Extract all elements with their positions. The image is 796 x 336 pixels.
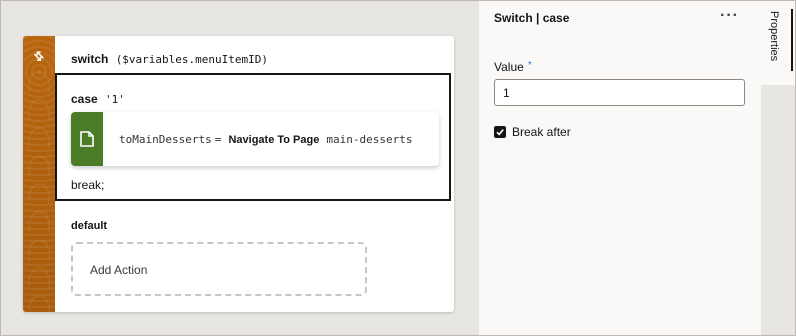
active-tab-indicator (791, 9, 793, 71)
checkmark-icon (496, 129, 504, 136)
required-indicator: * (527, 60, 532, 71)
break-after-label: Break after (512, 125, 571, 139)
switch-title: switch ($variables.menuItemID) (71, 52, 268, 66)
flow-canvas: ⇆ switch ($variables.menuItemID) case '1… (1, 1, 479, 335)
action-variable: toMainDesserts (119, 133, 212, 146)
action-icon-block (71, 112, 103, 166)
case-block[interactable]: case '1' toMainDesserts = Navigate To Pa… (55, 73, 451, 201)
action-name: Navigate To Page (228, 134, 320, 146)
navigate-action-card[interactable]: toMainDesserts = Navigate To Page main-d… (71, 112, 439, 166)
switch-block[interactable]: ⇆ switch ($variables.menuItemID) case '1… (23, 36, 454, 312)
action-target: main-desserts (326, 133, 413, 146)
page-icon (80, 131, 94, 147)
break-after-checkbox[interactable] (494, 126, 506, 138)
add-action-button[interactable]: Add Action (71, 242, 367, 296)
properties-panel: Switch | case ··· Value* Break after (479, 1, 761, 335)
add-action-label: Add Action (90, 263, 148, 277)
case-keyword: case (71, 92, 98, 106)
value-label: Value * (494, 60, 532, 74)
tab-properties-label: Properties (768, 11, 780, 62)
case-title: case '1' (71, 92, 125, 106)
more-options-icon[interactable]: ··· (720, 7, 739, 25)
value-label-text: Value (494, 60, 524, 74)
panel-title: Switch | case (494, 11, 570, 25)
side-tab-strip: Properties (761, 1, 795, 335)
value-input[interactable] (494, 79, 745, 106)
action-text: toMainDesserts = Navigate To Page main-d… (119, 133, 413, 146)
case-value: '1' (105, 93, 125, 106)
stripe-pattern (23, 64, 55, 312)
switch-keyword: switch (71, 52, 109, 66)
switch-expression: ($variables.menuItemID) (115, 53, 269, 66)
break-after-row[interactable]: Break after (494, 125, 571, 139)
default-label: default (71, 220, 108, 232)
tab-properties[interactable]: Properties (761, 1, 795, 85)
switch-stripe: ⇆ (23, 36, 55, 312)
break-statement: break; (71, 178, 105, 192)
action-equals: = (214, 133, 222, 146)
